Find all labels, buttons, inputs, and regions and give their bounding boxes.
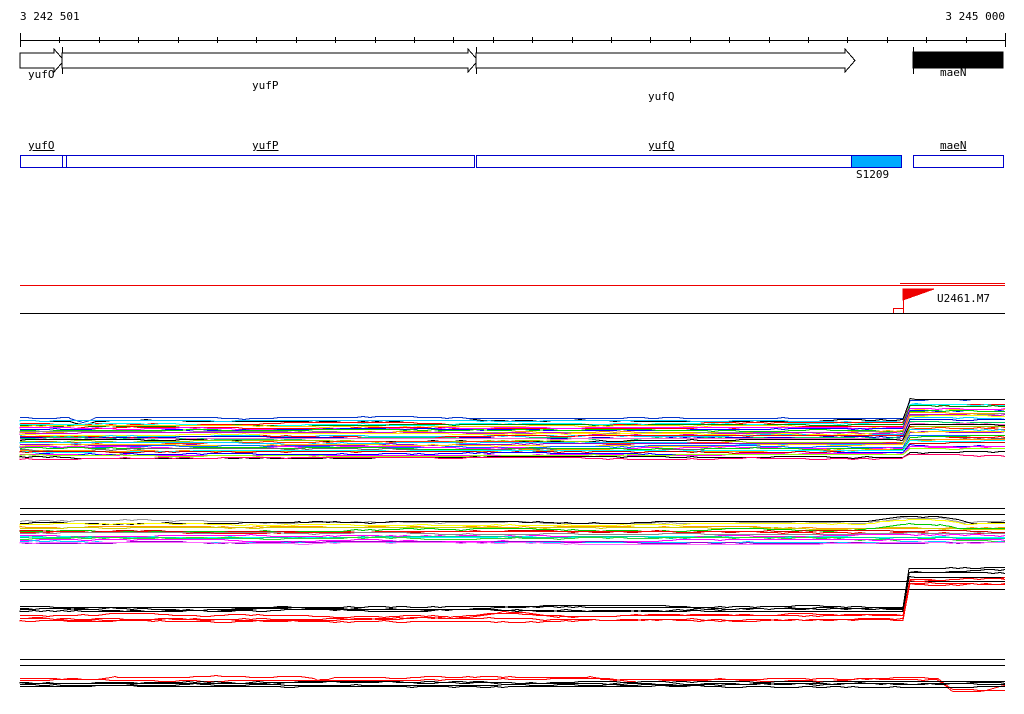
wiggle-line <box>20 578 1006 621</box>
feature-box-yufP[interactable] <box>66 155 475 168</box>
feature-link-yufP[interactable]: yufP <box>252 140 279 152</box>
feature-box-yufO[interactable] <box>20 155 63 168</box>
wiggle-line <box>20 571 1006 613</box>
signal-marker-box[interactable] <box>893 308 904 314</box>
ruler-end-coordinate: 3 245 000 <box>945 10 1005 23</box>
feature-link-yufO[interactable]: yufO <box>28 140 55 152</box>
wiggle-line <box>20 566 1005 609</box>
feature-label-S1209: S1209 <box>856 168 890 181</box>
gene-label-yufP: yufP <box>252 79 279 92</box>
feature-link-yufQ[interactable]: yufQ <box>648 140 675 152</box>
feature-box-S1209[interactable] <box>851 155 902 168</box>
feature-box-yufQ[interactable] <box>476 155 852 168</box>
feature-box-spacer[interactable] <box>62 155 67 168</box>
gene-arrow-yufP[interactable] <box>61 47 479 74</box>
ruler-start-coordinate: 3 242 501 <box>20 10 80 23</box>
feature-box-maeN[interactable] <box>913 155 1004 168</box>
feature-link-maeN[interactable]: maeN <box>940 140 967 152</box>
gene-label-maeN: maeN <box>940 66 967 79</box>
gene-label-yufO: yufO <box>28 68 55 81</box>
gene-label-yufQ: yufQ <box>648 90 675 103</box>
genome-browser-canvas: 3 242 501 3 245 000 yufO yufP yufQ maeN … <box>0 0 1024 714</box>
signal-peak-wedge[interactable] <box>902 288 935 301</box>
gene-arrow-yufQ[interactable] <box>475 47 856 74</box>
tracks-plot <box>19 33 1006 692</box>
signal-peak-label: U2461.M7 <box>937 292 990 305</box>
